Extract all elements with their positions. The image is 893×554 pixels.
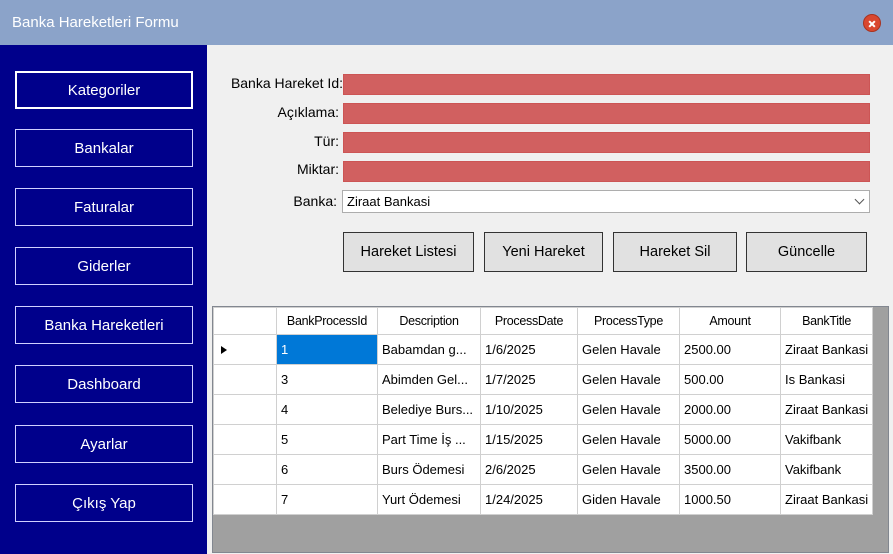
row-header[interactable] [213, 424, 277, 455]
table-cell[interactable]: 5000.00 [679, 424, 781, 455]
table-cell[interactable]: Burs Ödemesi [377, 454, 481, 485]
table-cell[interactable]: Ziraat Bankasi [779, 394, 874, 425]
table-cell[interactable]: 3 [276, 364, 378, 395]
window-title: Banka Hareketleri Formu [12, 14, 179, 31]
grid-corner[interactable] [213, 307, 277, 335]
table-cell[interactable]: 1/10/2025 [480, 394, 578, 425]
table-cell[interactable]: 1/6/2025 [480, 334, 578, 365]
title-bar: Banka Hareketleri Formu [0, 0, 893, 45]
table-row[interactable]: 4 Belediye Burs... 1/10/2025 Gelen Haval… [213, 394, 874, 425]
sidebar-item-dashboard[interactable]: Dashboard [15, 365, 193, 403]
bank-process-grid[interactable]: BankProcessId Description ProcessDate Pr… [212, 306, 889, 553]
sidebar-item-ayarlar[interactable]: Ayarlar [15, 425, 193, 463]
sidebar-item-bankalar[interactable]: Bankalar [15, 129, 193, 167]
table-cell[interactable]: 1 [276, 334, 378, 365]
column-header[interactable]: Description [377, 307, 481, 335]
current-row-arrow-icon [221, 346, 227, 354]
table-cell[interactable]: Giden Havale [577, 484, 680, 515]
table-cell[interactable]: 4 [276, 394, 378, 425]
label-tur: Tür: [314, 133, 339, 149]
tur-field[interactable] [343, 132, 870, 153]
table-cell[interactable]: Part Time İş ... [377, 424, 481, 455]
banka-select[interactable]: Ziraat Bankasi [342, 190, 870, 213]
column-header[interactable]: Amount [679, 307, 781, 335]
table-cell[interactable]: 1/7/2025 [480, 364, 578, 395]
row-header[interactable] [213, 334, 277, 365]
row-header[interactable] [213, 394, 277, 425]
row-header[interactable] [213, 484, 277, 515]
column-header[interactable]: ProcessDate [480, 307, 578, 335]
label-aciklama: Açıklama: [277, 104, 339, 120]
table-cell[interactable]: Gelen Havale [577, 424, 680, 455]
table-cell[interactable]: 6 [276, 454, 378, 485]
label-miktar: Miktar: [297, 161, 339, 177]
table-cell[interactable]: Gelen Havale [577, 364, 680, 395]
banka-select-value: Ziraat Bankasi [347, 194, 431, 209]
aciklama-field[interactable] [343, 103, 870, 124]
row-header[interactable] [213, 454, 277, 485]
table-cell[interactable]: 1/24/2025 [480, 484, 578, 515]
table-cell[interactable]: 7 [276, 484, 378, 515]
table-cell[interactable]: Belediye Burs... [377, 394, 481, 425]
table-row[interactable]: 6 Burs Ödemesi 2/6/2025 Gelen Havale 350… [213, 454, 874, 485]
table-cell[interactable]: Yurt Ödemesi [377, 484, 481, 515]
banka-hareket-id-field[interactable] [343, 74, 870, 95]
label-banka: Banka: [293, 193, 337, 209]
column-header[interactable]: BankProcessId [276, 307, 378, 335]
table-cell[interactable]: Ziraat Bankasi [779, 334, 874, 365]
table-row[interactable]: 7 Yurt Ödemesi 1/24/2025 Giden Havale 10… [213, 484, 874, 515]
row-header[interactable] [213, 364, 277, 395]
yeni-hareket-button[interactable]: Yeni Hareket [484, 232, 603, 272]
sidebar-item-faturalar[interactable]: Faturalar [15, 188, 193, 226]
table-cell[interactable]: 5 [276, 424, 378, 455]
hareket-listesi-button[interactable]: Hareket Listesi [343, 232, 474, 272]
table-cell[interactable]: Gelen Havale [577, 334, 680, 365]
table-cell[interactable]: 1/15/2025 [480, 424, 578, 455]
sidebar-item-banka-hareketleri[interactable]: Banka Hareketleri [15, 306, 193, 344]
table-cell[interactable]: Ziraat Bankasi [779, 484, 874, 515]
table-row[interactable]: 1 Babamdan g... 1/6/2025 Gelen Havale 25… [213, 334, 874, 365]
hareket-sil-button[interactable]: Hareket Sil [613, 232, 737, 272]
table-cell[interactable]: Vakifbank [779, 424, 874, 455]
table-cell[interactable]: 2500.00 [679, 334, 781, 365]
table-cell[interactable]: Abimden Gel... [377, 364, 481, 395]
label-banka-hareket-id: Banka Hareket Id: [230, 75, 343, 91]
column-header[interactable]: BankTitle [779, 307, 874, 335]
table-row[interactable]: 3 Abimden Gel... 1/7/2025 Gelen Havale 5… [213, 364, 874, 395]
sidebar-item-cikis-yap[interactable]: Çıkış Yap [15, 484, 193, 522]
table-cell[interactable]: 2/6/2025 [480, 454, 578, 485]
grid-table: BankProcessId Description ProcessDate Pr… [213, 307, 874, 515]
table-cell[interactable]: Vakifbank [779, 454, 874, 485]
sidebar-item-kategoriler[interactable]: Kategoriler [15, 71, 193, 109]
guncelle-button[interactable]: Güncelle [746, 232, 867, 272]
sidebar-item-giderler[interactable]: Giderler [15, 247, 193, 285]
table-cell[interactable]: 2000.00 [679, 394, 781, 425]
miktar-field[interactable] [343, 161, 870, 182]
table-cell[interactable]: 3500.00 [679, 454, 781, 485]
table-cell[interactable]: Gelen Havale [577, 394, 680, 425]
table-cell[interactable]: Babamdan g... [377, 334, 481, 365]
table-cell[interactable]: Is Bankasi [779, 364, 874, 395]
sidebar: Kategoriler Bankalar Faturalar Giderler … [0, 45, 207, 554]
chevron-down-icon [854, 194, 865, 205]
grid-header-row: BankProcessId Description ProcessDate Pr… [213, 307, 874, 335]
column-header[interactable]: ProcessType [577, 307, 680, 335]
table-cell[interactable]: 500.00 [679, 364, 781, 395]
table-cell[interactable]: 1000.50 [679, 484, 781, 515]
close-icon[interactable] [863, 14, 881, 32]
table-cell[interactable]: Gelen Havale [577, 454, 680, 485]
table-row[interactable]: 5 Part Time İş ... 1/15/2025 Gelen Haval… [213, 424, 874, 455]
